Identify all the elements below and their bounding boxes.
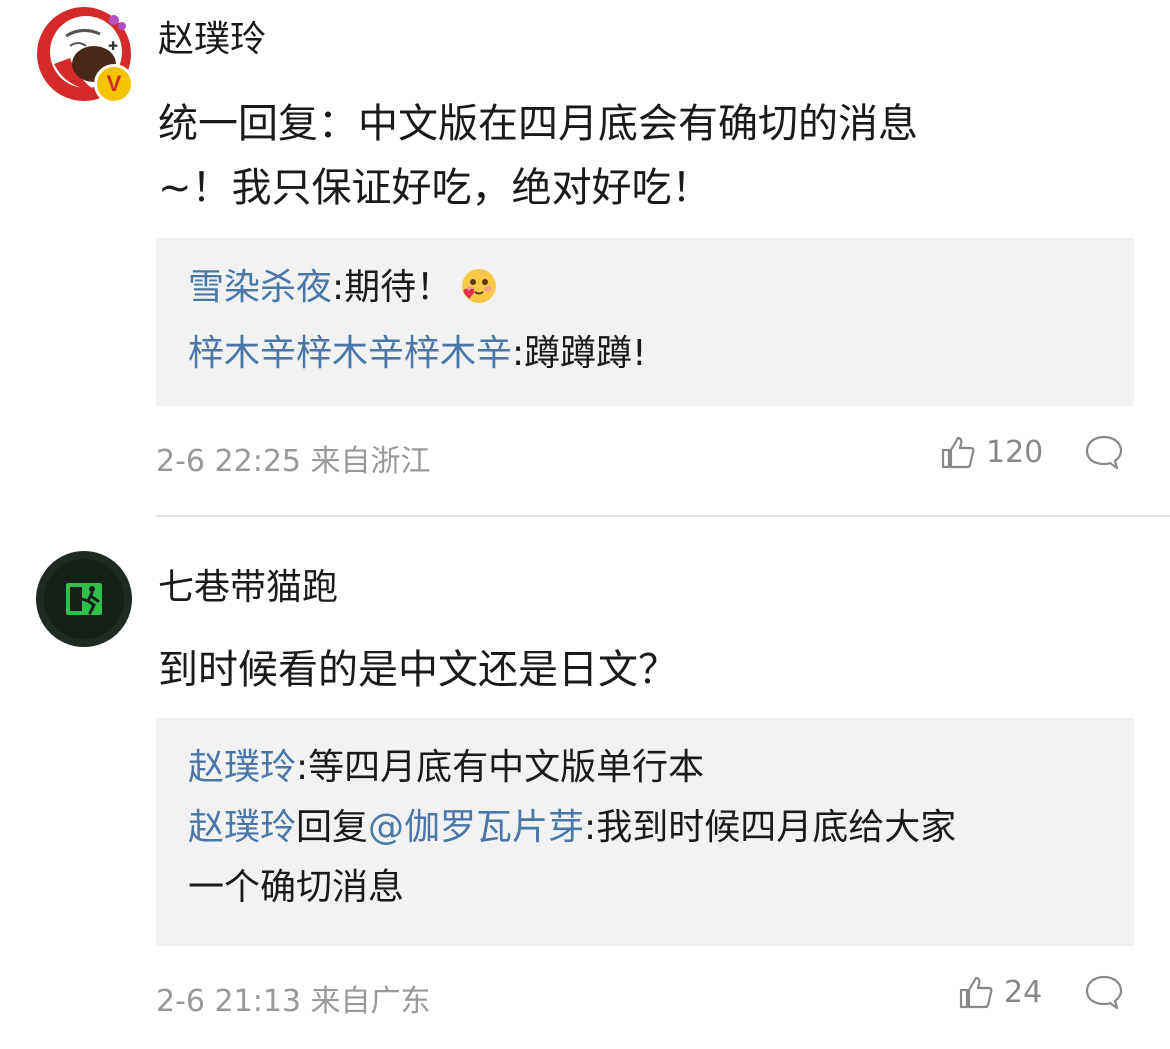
thumbs-up-icon	[959, 976, 993, 1009]
mention-link[interactable]: @伽罗瓦片芽	[368, 807, 584, 848]
reply-box[interactable]: 雪染杀夜:期待！ 梓木辛梓木辛梓木辛:蹲蹲蹲!	[156, 238, 1134, 406]
comment-text: 到时候看的是中文还是日文？	[158, 647, 678, 693]
reply-username[interactable]: 雪染杀夜	[188, 267, 332, 308]
comment-text: 统一回复：中文版在四月底会有确切的消息 ~！我只保证好吃，绝对好吃！	[158, 101, 918, 211]
smiling-hearts-emoji-icon	[460, 264, 498, 324]
comment-bubble-icon[interactable]	[1084, 974, 1124, 1016]
reply-box[interactable]: 赵璞玲:等四月底有中文版单行本 赵璞玲回复@伽罗瓦片芽:我到时候四月底给大家 一…	[156, 718, 1134, 946]
verified-v-icon: V	[94, 64, 134, 104]
username[interactable]: 赵璞玲	[158, 18, 266, 62]
like-button[interactable]: 120	[940, 434, 1043, 470]
comment-meta: 2-6 21:13 来自广东	[156, 984, 431, 1019]
comment-bubble-icon[interactable]	[1084, 434, 1124, 476]
reply-username[interactable]: 赵璞玲	[188, 747, 296, 788]
reply-line: 赵璞玲回复@伽罗瓦片芽:我到时候四月底给大家	[188, 807, 957, 848]
divider	[156, 515, 1170, 517]
reply-line: 梓木辛梓木辛梓木辛:蹲蹲蹲!	[188, 333, 647, 374]
like-count: 120	[986, 434, 1044, 470]
comment-meta: 2-6 22:25 来自浙江	[156, 444, 431, 479]
username[interactable]: 七巷带猫跑	[158, 566, 338, 610]
reply-username[interactable]: 梓木辛梓木辛梓木辛	[188, 333, 512, 374]
avatar[interactable]	[36, 551, 132, 647]
svg-text:✚: ✚	[108, 39, 118, 53]
like-count: 24	[1004, 974, 1043, 1010]
like-button[interactable]: 24	[958, 974, 1042, 1010]
reply-line: 赵璞玲:等四月底有中文版单行本	[188, 747, 705, 788]
reply-line: 雪染杀夜:期待！	[188, 258, 1102, 324]
reply-line-continued: 一个确切消息	[188, 867, 405, 908]
reply-username[interactable]: 赵璞玲	[188, 807, 296, 848]
thumbs-up-icon	[941, 436, 975, 469]
avatar[interactable]: ✚ V	[36, 6, 134, 104]
